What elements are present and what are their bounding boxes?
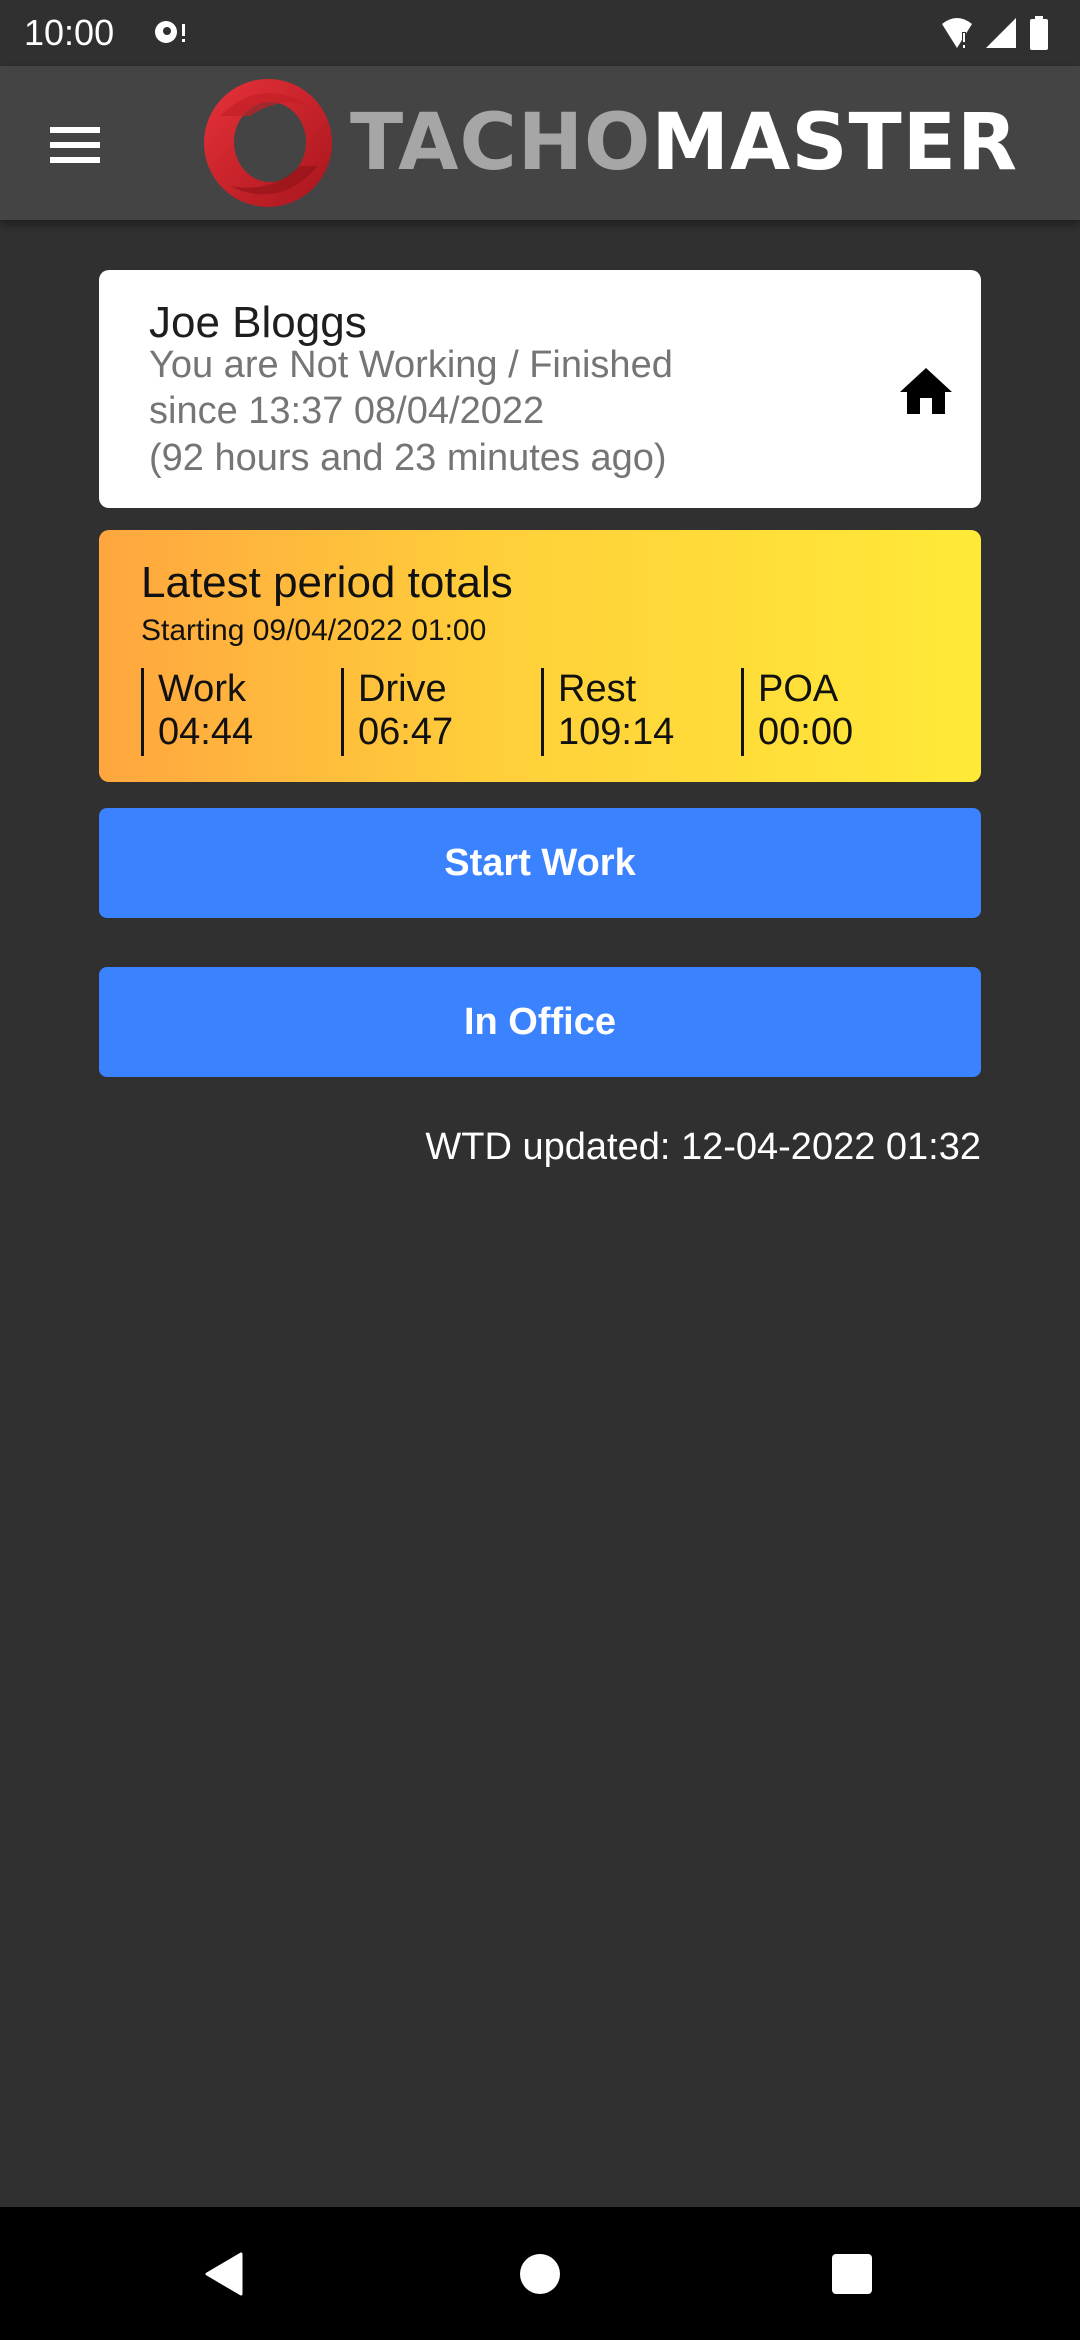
- total-label: Rest: [558, 668, 637, 710]
- logo-text-master: MASTER: [651, 98, 1019, 188]
- logo-text-tacho: TACHO: [350, 98, 652, 188]
- hamburger-menu-icon[interactable]: [40, 110, 110, 180]
- start-work-button[interactable]: Start Work: [99, 808, 981, 918]
- totals-subtitle: Starting 09/04/2022 01:00: [141, 614, 487, 647]
- back-icon[interactable]: [203, 2252, 247, 2296]
- total-label: Work: [158, 668, 246, 710]
- home-icon: [900, 368, 952, 414]
- logo-ring-icon: [204, 79, 332, 207]
- total-rest: Rest 109:14: [541, 668, 674, 756]
- wtd-updated-text: WTD updated: 12-04-2022 01:32: [425, 1126, 981, 1168]
- total-drive: Drive 06:47: [341, 668, 453, 756]
- signal-icon: [986, 18, 1016, 48]
- total-label: Drive: [358, 668, 447, 710]
- home-circle-icon[interactable]: [518, 2252, 562, 2296]
- total-value: 04:44: [158, 711, 254, 753]
- status-text: You are Not Working / Finished: [149, 344, 673, 386]
- driver-name: Joe Bloggs: [149, 298, 367, 347]
- status-icons: [940, 16, 1050, 50]
- system-nav-bar: [0, 2207, 1080, 2340]
- total-value: 00:00: [758, 711, 854, 753]
- in-office-button[interactable]: In Office: [99, 967, 981, 1077]
- status-bar: 10:00: [0, 0, 1080, 66]
- period-totals-card: Latest period totals Starting 09/04/2022…: [99, 530, 981, 782]
- tachomaster-logo: TACHOMASTER: [200, 76, 1018, 210]
- total-label: POA: [758, 668, 839, 710]
- driver-status-card: Joe Bloggs You are Not Working / Finishe…: [99, 270, 981, 508]
- total-value: 06:47: [358, 711, 454, 753]
- total-poa: POA 00:00: [741, 668, 853, 756]
- sync-alert-icon: [155, 21, 185, 43]
- status-time: 10:00: [24, 12, 115, 53]
- status-duration: (92 hours and 23 minutes ago): [149, 437, 667, 479]
- battery-icon: [1030, 16, 1048, 50]
- totals-title: Latest period totals: [141, 558, 513, 607]
- status-since: since 13:37 08/04/2022: [149, 390, 545, 432]
- wifi-alert-icon: [942, 18, 972, 48]
- recents-icon[interactable]: [830, 2252, 874, 2296]
- total-work: Work 04:44: [141, 668, 253, 756]
- logo-text: TACHOMASTER: [350, 98, 1018, 188]
- app-bar: TACHOMASTER: [0, 66, 1080, 220]
- total-value: 109:14: [558, 711, 675, 753]
